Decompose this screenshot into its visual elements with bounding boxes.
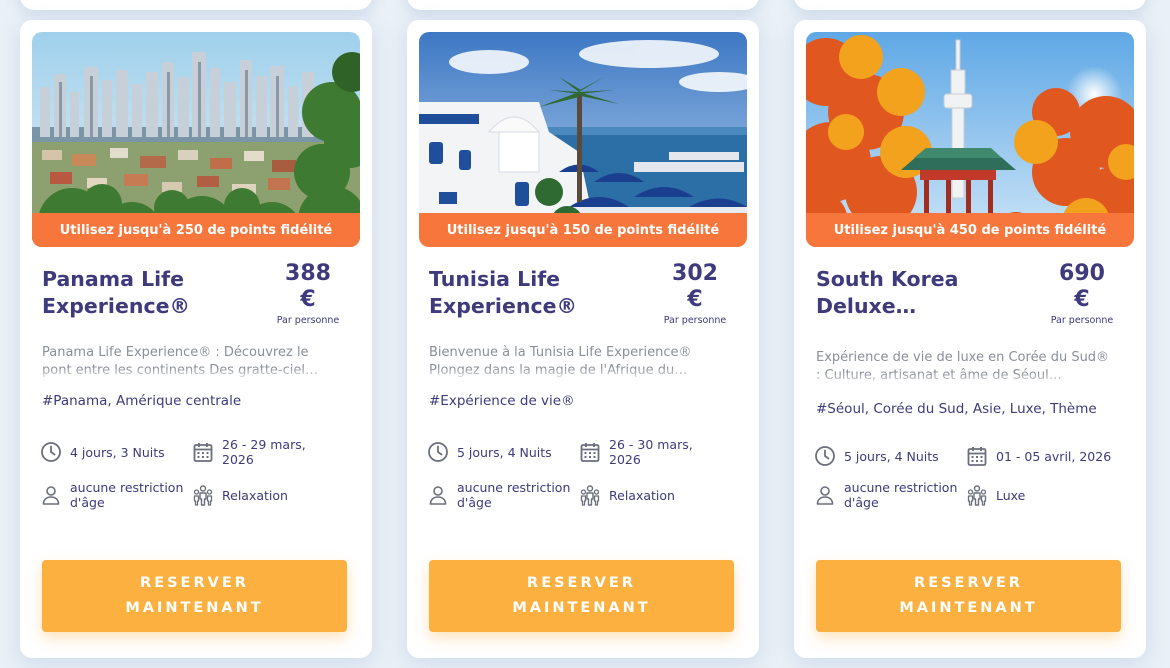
dates-text: 26 - 29 mars, 2026 [222,437,306,467]
age-text: aucune restriction d'âge [70,480,184,510]
dates-text: 01 - 05 avril, 2026 [996,448,1112,464]
person-icon [816,486,834,505]
duration-info: 5 jours, 4 Nuits [427,441,579,463]
info-row-duration-dates: 4 jours, 3 Nuits 26 - 29 mars, 2026 [40,437,360,467]
reserve-now-button[interactable]: RESERVER MAINTENANT [816,560,1121,632]
group-people-icon [967,485,987,506]
loyalty-points-banner: Utilisez jusqu'à 450 de points fidélité [806,213,1134,247]
price-block: 690 € Par personne [1026,261,1138,326]
clock-icon [428,442,448,462]
loyalty-points-banner: Utilisez jusqu'à 150 de points fidélité [419,213,747,247]
dates-text: 26 - 30 mars, 2026 [609,437,693,467]
duration-info: 5 jours, 4 Nuits [814,445,966,467]
price-per-person: Par personne [1050,315,1114,326]
calendar-icon [967,447,987,466]
price-block: 302 € Par personne [639,261,751,326]
price-per-person: Par personne [276,315,340,326]
clock-icon [815,446,835,466]
loyalty-points-banner: Utilisez jusqu'à 250 de points fidélité [32,213,360,247]
tour-description: Bienvenue à la Tunisia Life Experience® … [429,345,692,378]
info-row-duration-dates: 5 jours, 4 Nuits 26 - 30 mars, 2026 [427,437,747,467]
reserve-now-button[interactable]: RESERVER MAINTENANT [42,560,347,632]
price-value: 690 [1059,261,1105,286]
tour-card-panama[interactable]: Utilisez jusqu'à 250 de points fidélité … [20,20,372,658]
previous-row-card [407,0,759,10]
theme-text: Relaxation [609,487,675,503]
previous-row-card [20,0,372,10]
theme-text: Luxe [996,487,1026,503]
tour-description: Expérience de vie de luxe en Corée du Su… [816,350,1110,383]
person-icon [42,486,60,505]
group-people-icon [580,485,600,506]
previous-row-card [794,0,1146,10]
price-block: 388 € Par personne [252,261,364,326]
tour-image[interactable]: Utilisez jusqu'à 150 de points fidélité [419,32,747,247]
tour-image[interactable]: Utilisez jusqu'à 250 de points fidélité [32,32,360,247]
price-value: 388 [285,261,331,286]
price-value: 302 [672,261,718,286]
age-info: aucune restriction d'âge [427,480,579,510]
age-text: aucune restriction d'âge [844,480,958,510]
price-currency: € [687,287,703,312]
tour-card-tunisia[interactable]: Utilisez jusqu'à 150 de points fidélité … [407,20,759,658]
tour-title[interactable]: South Korea Deluxe… [816,266,1026,320]
dates-info: 26 - 29 mars, 2026 [192,437,360,467]
dates-info: 01 - 05 avril, 2026 [966,445,1134,467]
info-row-age-theme: aucune restriction d'âge Luxe [814,480,1134,510]
tour-image[interactable]: Utilisez jusqu'à 450 de points fidélité [806,32,1134,247]
theme-info: Relaxation [579,484,747,506]
price-currency: € [1074,287,1090,312]
calendar-icon [580,443,600,462]
duration-text: 5 jours, 4 Nuits [844,448,939,464]
tour-tags[interactable]: #Panama, Amérique centrale [42,393,362,409]
theme-info: Relaxation [192,484,360,506]
tour-tags[interactable]: #Expérience de vie® [429,393,749,409]
info-row-age-theme: aucune restriction d'âge Relaxation [40,480,360,510]
calendar-icon [193,443,213,462]
tour-card-south-korea[interactable]: Utilisez jusqu'à 450 de points fidélité … [794,20,1146,658]
theme-text: Relaxation [222,487,288,503]
theme-info: Luxe [966,484,1134,506]
info-row-age-theme: aucune restriction d'âge Relaxation [427,480,747,510]
price-currency: € [300,287,316,312]
group-people-icon [193,485,213,506]
age-info: aucune restriction d'âge [40,480,192,510]
duration-info: 4 jours, 3 Nuits [40,441,192,463]
tour-title[interactable]: Tunisia Life Experience® [429,266,639,320]
tour-cards-page: Utilisez jusqu'à 250 de points fidélité … [0,0,1170,668]
tour-title[interactable]: Panama Life Experience® [42,266,252,320]
person-icon [429,486,447,505]
reserve-now-button[interactable]: RESERVER MAINTENANT [429,560,734,632]
tour-description: Panama Life Experience® : Découvrez le p… [42,345,318,378]
duration-text: 4 jours, 3 Nuits [70,444,165,460]
duration-text: 5 jours, 4 Nuits [457,444,552,460]
age-text: aucune restriction d'âge [457,480,571,510]
age-info: aucune restriction d'âge [814,480,966,510]
info-row-duration-dates: 5 jours, 4 Nuits 01 - 05 avril, 2026 [814,445,1134,467]
dates-info: 26 - 30 mars, 2026 [579,437,747,467]
tour-tags[interactable]: #Séoul, Corée du Sud, Asie, Luxe, Thème [816,401,1136,417]
clock-icon [41,442,61,462]
price-per-person: Par personne [663,315,727,326]
